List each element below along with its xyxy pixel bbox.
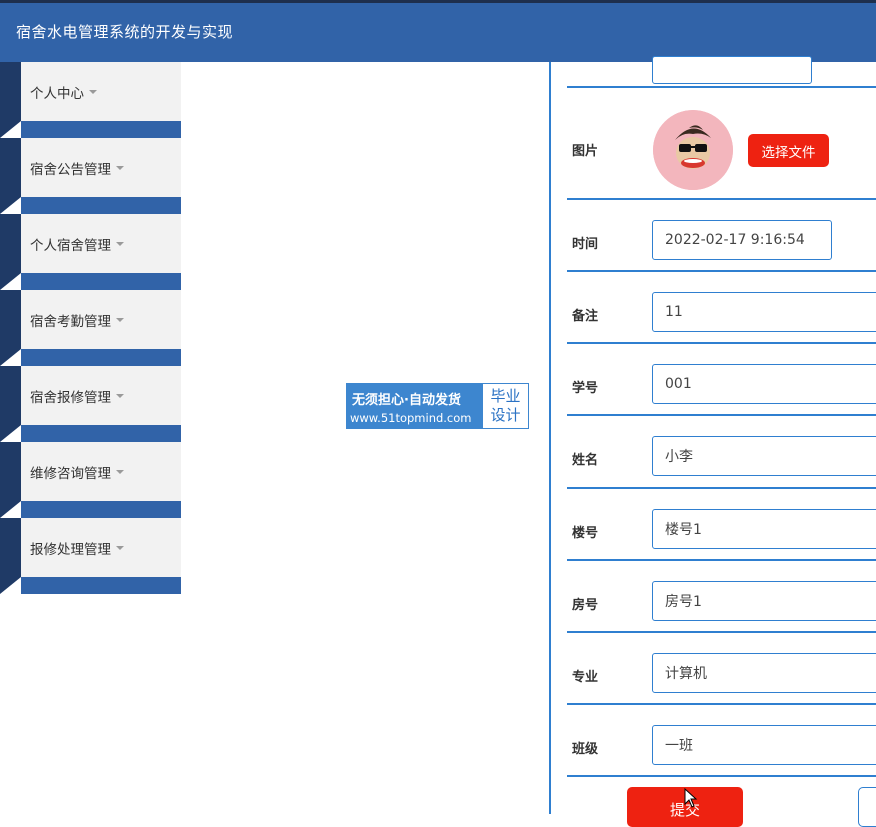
caret-down-icon: [116, 241, 124, 246]
sidebar-item-dorm-repair[interactable]: 宿舍报修管理: [0, 366, 181, 442]
menu-edge-decoration: [0, 62, 21, 138]
class-input[interactable]: 一班: [652, 725, 876, 765]
menu-divider: [21, 273, 181, 290]
avatar-image: [653, 110, 733, 190]
monkey-face-icon: [653, 110, 733, 190]
form-row-remark: 备注 11: [567, 272, 876, 344]
sidebar-item-label: 报修处理管理: [30, 541, 111, 558]
student-id-input[interactable]: 001: [652, 364, 876, 404]
sidebar-item-dorm-notice[interactable]: 宿舍公告管理: [0, 138, 181, 214]
time-label: 时间: [572, 237, 599, 252]
watermark-slogan: 无须担心·自动发货: [352, 393, 461, 408]
name-label: 姓名: [572, 453, 599, 468]
sidebar-item-label: 个人宿舍管理: [30, 237, 111, 254]
menu-divider: [21, 121, 181, 138]
sidebar-menu: 个人中心 宿舍公告管理 个人宿舍管理 宿舍考勤管理 宿舍报修管理 维修咨询管理 …: [0, 62, 181, 596]
form-row-room: 房号 房号1: [567, 561, 876, 633]
student-id-label: 学号: [572, 381, 599, 396]
time-input[interactable]: 2022-02-17 9:16:54: [652, 220, 832, 260]
sidebar-item-dorm-attendance[interactable]: 宿舍考勤管理: [0, 290, 181, 366]
form-row-name: 姓名 小李: [567, 416, 876, 489]
building-label: 楼号: [572, 526, 599, 541]
sidebar-item-personal-dorm[interactable]: 个人宿舍管理: [0, 214, 181, 290]
menu-edge-decoration: [0, 214, 21, 290]
caret-down-icon: [89, 89, 97, 94]
caret-down-icon: [116, 165, 124, 170]
major-label: 专业: [572, 670, 599, 685]
partial-input-field[interactable]: [652, 56, 812, 84]
menu-edge-decoration: [0, 138, 21, 214]
menu-divider: [21, 425, 181, 442]
choose-file-button[interactable]: 选择文件: [748, 134, 829, 167]
caret-down-icon: [116, 469, 124, 474]
sidebar-item-label: 宿舍报修管理: [30, 389, 111, 406]
sidebar-item-repair-consult[interactable]: 维修咨询管理: [0, 442, 181, 518]
watermark-side-text-1: 毕业: [490, 387, 521, 405]
app-title: 宿舍水电管理系统的开发与实现: [16, 23, 234, 41]
form-row-partial: [567, 42, 876, 88]
sidebar-item-personal-center[interactable]: 个人中心: [0, 62, 181, 138]
building-input[interactable]: 楼号1: [652, 509, 876, 549]
room-input[interactable]: 房号1: [652, 581, 876, 621]
menu-edge-decoration: [0, 366, 21, 442]
sidebar-item-repair-handling[interactable]: 报修处理管理: [0, 518, 181, 594]
secondary-button[interactable]: [858, 787, 876, 827]
watermark-side-text-2: 设计: [490, 406, 521, 424]
menu-divider: [21, 501, 181, 518]
form-row-student-id: 学号 001: [567, 344, 876, 416]
caret-down-icon: [116, 545, 124, 550]
image-label: 图片: [572, 144, 599, 159]
form-row-building: 楼号 楼号1: [567, 489, 876, 561]
menu-edge-decoration: [0, 290, 21, 366]
sidebar-item-label: 宿舍考勤管理: [30, 313, 111, 330]
remark-input[interactable]: 11: [652, 292, 876, 332]
menu-edge-decoration: [0, 518, 21, 594]
sidebar-item-label: 个人中心: [30, 85, 84, 102]
watermark-url: www.51topmind.com: [350, 411, 472, 425]
caret-down-icon: [116, 317, 124, 322]
menu-divider: [21, 197, 181, 214]
mouse-cursor-icon: [684, 788, 698, 808]
room-label: 房号: [572, 598, 599, 613]
menu-divider: [21, 349, 181, 366]
form-panel: 图片 选择文件 时间 2022-02-17 9:16:54 备注 11 学号 0…: [549, 56, 876, 814]
menu-divider: [21, 577, 181, 594]
watermark-badge: 无须担心·自动发货 www.51topmind.com 毕业 设计: [346, 383, 529, 429]
menu-edge-decoration: [0, 442, 21, 518]
class-label: 班级: [572, 742, 599, 757]
sidebar-item-label: 维修咨询管理: [30, 465, 111, 482]
major-input[interactable]: 计算机: [652, 653, 876, 693]
remark-label: 备注: [572, 309, 599, 324]
name-input[interactable]: 小李: [652, 436, 876, 476]
form-row-major: 专业 计算机: [567, 633, 876, 705]
form-row-image: 图片 选择文件: [567, 88, 876, 200]
form-row-class: 班级 一班: [567, 705, 876, 777]
form-row-time: 时间 2022-02-17 9:16:54: [567, 200, 876, 272]
sidebar-item-label: 宿舍公告管理: [30, 161, 111, 178]
caret-down-icon: [116, 393, 124, 398]
